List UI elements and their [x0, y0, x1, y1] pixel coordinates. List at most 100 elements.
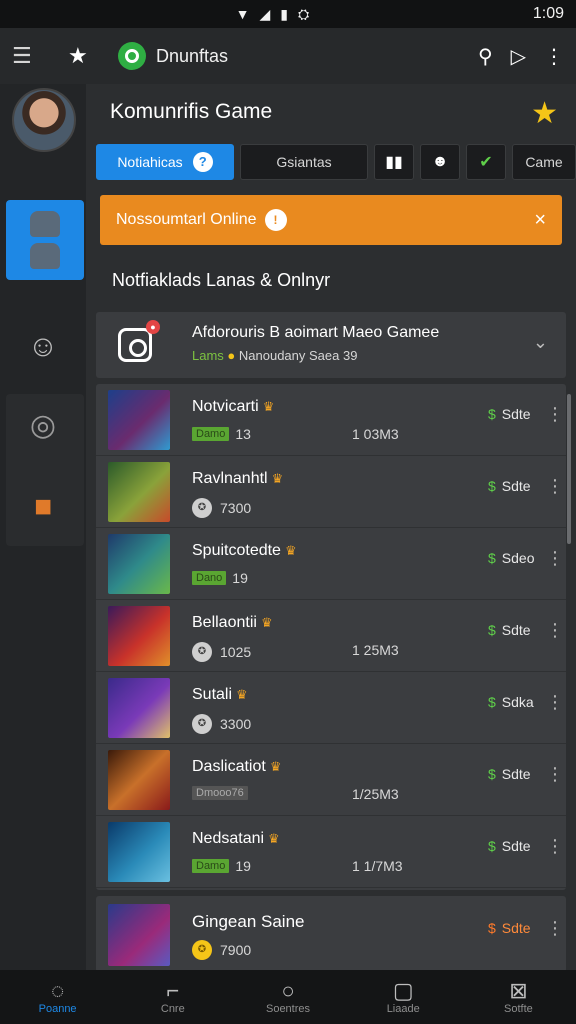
sidebar-item-search[interactable]: ◎: [0, 400, 86, 450]
nav-item-settings[interactable]: ⊠ Sotfte: [461, 970, 576, 1024]
sidebar-item-chat[interactable]: [6, 200, 84, 280]
game-value: 3300: [220, 716, 252, 732]
tab-face[interactable]: ☻: [420, 144, 460, 180]
game-meta: Dmooo76: [192, 786, 254, 800]
crown-icon: ♛: [271, 471, 284, 486]
list-item[interactable]: Bellaontii ♛ ✪ 1025 1 25M3 $ Sdte ⋮: [96, 600, 566, 672]
list-item[interactable]: Ravlnanhtl ♛ ✪ 7300 $ Sdte ⋮: [96, 456, 566, 528]
game-status[interactable]: $ Sdeo: [488, 550, 535, 566]
list-item[interactable]: Gingean Saine ✪ 7900 $ Sdte ⋮: [96, 896, 566, 970]
game-name: Sutali ♛: [192, 686, 248, 704]
magnifier-icon: ◎: [29, 408, 57, 442]
status-dot-icon: $: [488, 694, 496, 710]
nav-item-center[interactable]: ○ Soentres: [230, 970, 345, 1024]
list-item[interactable]: Daslicatiot ♛ Dmooo76 1/25M3 $ Sdte ⋮: [96, 744, 566, 816]
send-icon[interactable]: ▷: [511, 44, 526, 69]
menu-icon[interactable]: ☰: [12, 43, 40, 69]
close-icon[interactable]: ×: [534, 209, 546, 232]
chat-bubble-icon: [30, 211, 60, 237]
game-status-label: Sdte: [501, 478, 531, 494]
ghost-icon: [30, 243, 60, 269]
game-status[interactable]: $ Sdka: [488, 694, 534, 710]
more-vert-icon[interactable]: ⋮: [544, 44, 564, 69]
avatar[interactable]: [12, 88, 76, 152]
game-name-text: Spuitcotedte: [192, 542, 281, 559]
bottom-nav: ◌ Poanne ⌐ Cnre ○ Soentres ▢ Liaade ⊠ So…: [0, 970, 576, 1024]
chevron-down-icon[interactable]: ⌄: [533, 332, 548, 353]
crown-icon: ♛: [236, 687, 248, 702]
list-item[interactable]: Spuitcotedte ♛ Dano 19 $ Sdeo ⋮: [96, 528, 566, 600]
game-icon: ■: [33, 490, 53, 523]
top-app-bar: ☰ ★ Dnunftas ⚲ ▷ ⋮: [0, 28, 576, 84]
game-status[interactable]: $ Sdte: [488, 622, 531, 638]
featured-game-card[interactable]: ● Afdorouris B aoimart Maeo Gamee Lams ●…: [96, 312, 566, 378]
search-icon[interactable]: ⚲: [478, 44, 493, 69]
more-vert-icon[interactable]: ⋮: [546, 620, 564, 641]
game-meta: Dano 19: [192, 570, 248, 586]
game-thumbnail: [108, 822, 170, 882]
nav-item-library[interactable]: ▢ Liaade: [346, 970, 461, 1024]
game-name: Ravlnanhtl ♛: [192, 470, 283, 488]
sidebar-item-profile[interactable]: ☺: [0, 322, 86, 372]
game-tag: Dano: [192, 571, 227, 585]
square-icon: ▢: [392, 978, 414, 1003]
section-title: Notfiaklads Lanas & Onlnyr: [112, 270, 331, 290]
game-meta: ✪ 7900: [192, 940, 251, 960]
circle-icon: ○: [281, 978, 295, 1003]
game-status[interactable]: $ Sdte: [488, 838, 531, 854]
game-status[interactable]: $ Sdte: [488, 766, 531, 782]
game-status-label: Sdte: [501, 622, 531, 638]
game-status[interactable]: $ Sdte: [488, 478, 531, 494]
more-vert-icon[interactable]: ⋮: [546, 918, 564, 939]
page-title: Komunrifis Game: [110, 100, 273, 123]
list-item[interactable]: Notvicarti ♛ Damo 13 1 03M3 $ Sdte ⋮: [96, 384, 566, 456]
game-value: 19: [235, 858, 251, 874]
more-vert-icon[interactable]: ⋮: [546, 548, 564, 569]
tab-game[interactable]: Came: [512, 144, 576, 180]
coin-icon: ✪: [192, 940, 212, 960]
game-thumbnail: [108, 904, 170, 966]
game-meta: Damo 13: [192, 426, 251, 442]
more-vert-icon[interactable]: ⋮: [546, 404, 564, 425]
more-vert-icon[interactable]: ⋮: [546, 692, 564, 713]
scrollbar[interactable]: [567, 394, 571, 544]
back-icon: ⌐: [166, 978, 180, 1003]
tab-settings[interactable]: Gsiantas: [240, 144, 368, 180]
notification-badge: ●: [146, 320, 160, 334]
game-name-text: Notvicarti: [192, 398, 259, 415]
game-thumbnail: [108, 534, 170, 594]
game-value: 7900: [220, 942, 252, 958]
list-item[interactable]: Sutali ♛ ✪ 3300 $ Sdka ⋮: [96, 672, 566, 744]
nav-label: Soentres: [265, 1003, 311, 1015]
status-dot-icon: $: [488, 550, 496, 566]
game-status[interactable]: $ Sdte: [488, 920, 531, 936]
nav-item-home[interactable]: ◌ Poanne: [0, 970, 115, 1024]
game-meta: ✪ 7300: [192, 498, 251, 518]
favorite-star-icon[interactable]: ★: [531, 96, 558, 131]
game-value: 1025: [220, 644, 252, 660]
tab-pause[interactable]: ▮▮: [374, 144, 414, 180]
online-banner[interactable]: Nossoumtarl Online ! ×: [100, 195, 562, 245]
sidebar: ☺ ◎ ■: [0, 84, 86, 970]
game-thumbnail: [108, 390, 170, 450]
star-icon[interactable]: ★: [68, 43, 96, 69]
nav-label: Sotfte: [504, 1003, 533, 1015]
list-item[interactable]: Nedsatani ♛ Damo 19 1 1/7M3 $ Sdte ⋮: [96, 816, 566, 888]
status-dot-icon: $: [488, 478, 496, 494]
crown-icon: ♛: [268, 831, 280, 846]
tab-notifications[interactable]: Notiahicas ?: [96, 144, 234, 180]
game-size: 1/25M3: [352, 786, 399, 802]
coin-icon: ●: [227, 348, 239, 363]
nav-item-back[interactable]: ⌐ Cnre: [115, 970, 230, 1024]
game-status-label: Sdte: [501, 920, 531, 936]
more-vert-icon[interactable]: ⋮: [546, 476, 564, 497]
more-vert-icon[interactable]: ⋮: [546, 764, 564, 785]
more-vert-icon[interactable]: ⋮: [546, 836, 564, 857]
game-status[interactable]: $ Sdte: [488, 406, 531, 422]
sidebar-item-games[interactable]: ■: [0, 482, 86, 532]
game-name: Notvicarti ♛: [192, 398, 274, 416]
status-dot-icon: $: [488, 920, 496, 936]
tab-shield[interactable]: ✔: [466, 144, 506, 180]
crown-icon: ♛: [260, 615, 273, 630]
main-panel: Komunrifis Game ★ Notiahicas ? Gsiantas …: [86, 84, 576, 970]
